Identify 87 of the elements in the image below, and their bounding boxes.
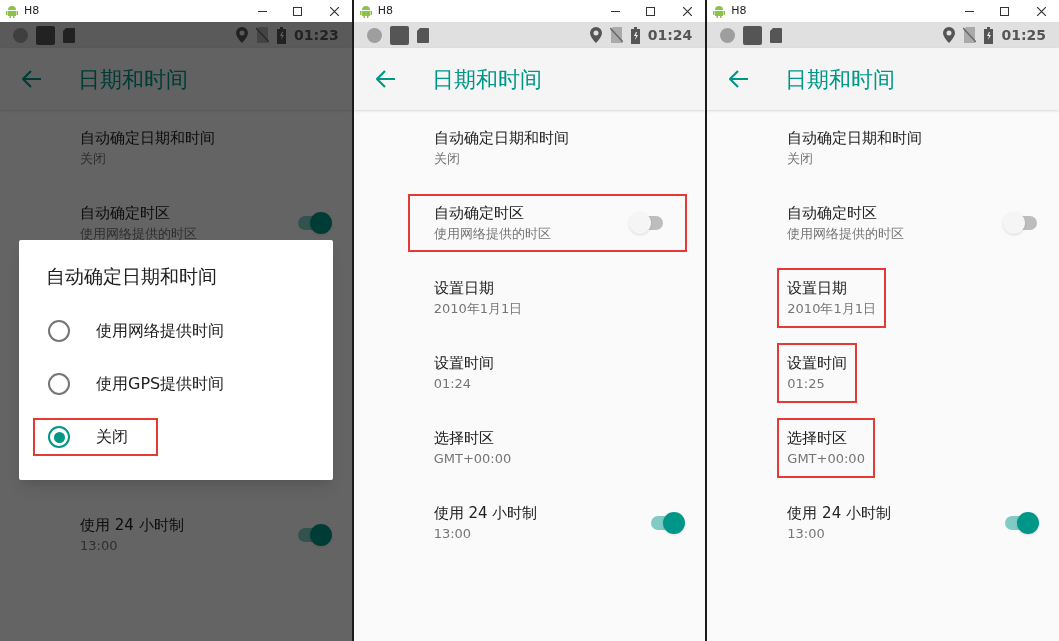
setting-subtitle: GMT+00:00 bbox=[787, 449, 865, 468]
setting-title: 设置日期 bbox=[433, 277, 495, 298]
setting-title: 自动确定时区 bbox=[80, 202, 171, 223]
setting-row[interactable]: 自动确定时区 使用网络提供的时区 bbox=[407, 193, 688, 252]
setting-title: 设置日期 bbox=[787, 277, 849, 298]
status-time: 01:23 bbox=[294, 25, 339, 45]
no-sim-icon bbox=[609, 27, 623, 43]
sd-card-icon bbox=[416, 27, 429, 43]
setting-title: 自动确定时区 bbox=[433, 202, 525, 223]
square-icon bbox=[36, 25, 55, 45]
setting-subtitle: 2010年1月1日 bbox=[433, 299, 523, 318]
setting-row[interactable]: 自动确定日期和时间 关闭 bbox=[707, 110, 1059, 185]
maximize-icon[interactable] bbox=[646, 6, 656, 16]
android-icon bbox=[6, 4, 18, 18]
setting-subtitle: 关闭 bbox=[433, 149, 461, 168]
dialog-title: 自动确定日期和时间 bbox=[45, 264, 218, 289]
battery-icon bbox=[984, 26, 994, 44]
window-title: H8 bbox=[731, 2, 748, 19]
setting-row[interactable]: 选择时区 GMT+00:00 bbox=[353, 410, 706, 485]
back-arrow-icon[interactable] bbox=[729, 70, 750, 88]
radio-button[interactable] bbox=[48, 320, 70, 342]
setting-subtitle: 使用网络提供的时区 bbox=[787, 224, 906, 243]
setting-row[interactable]: 自动确定日期和时间 关闭 bbox=[353, 110, 706, 185]
sd-card-icon bbox=[770, 27, 783, 43]
setting-row[interactable]: 使用 24 小时制 13:00 bbox=[707, 493, 1059, 552]
location-pin-icon bbox=[943, 27, 956, 43]
setting-subtitle: 13:00 bbox=[787, 524, 826, 543]
window-title: H8 bbox=[377, 2, 394, 19]
android-icon bbox=[713, 4, 726, 18]
setting-subtitle: GMT+00:00 bbox=[433, 449, 512, 468]
setting-row[interactable]: 使用 24 小时制 13:00 bbox=[353, 493, 706, 552]
toggle-switch[interactable] bbox=[1003, 210, 1039, 235]
location-pin-icon bbox=[236, 27, 249, 43]
setting-title: 选择时区 bbox=[433, 427, 495, 448]
close-icon[interactable] bbox=[683, 6, 693, 16]
setting-title: 自动确定日期和时间 bbox=[80, 127, 215, 148]
no-sim-icon bbox=[256, 27, 270, 43]
minimize-icon[interactable] bbox=[611, 10, 621, 12]
setting-title: 使用 24 小时制 bbox=[787, 502, 892, 523]
toggle-switch[interactable] bbox=[1003, 510, 1039, 535]
maximize-icon[interactable] bbox=[1000, 6, 1009, 16]
battery-icon bbox=[277, 26, 287, 44]
setting-title: 自动确定时区 bbox=[787, 202, 879, 223]
back-arrow-icon[interactable] bbox=[375, 70, 396, 88]
toggle-switch[interactable] bbox=[649, 510, 686, 535]
setting-subtitle: 13:00 bbox=[433, 524, 473, 543]
setting-title: 设置时间 bbox=[433, 352, 494, 373]
setting-subtitle: 01:25 bbox=[787, 374, 826, 393]
setting-title: 选择时区 bbox=[787, 427, 849, 448]
setting-title: 设置时间 bbox=[787, 352, 848, 373]
setting-title: 使用 24 小时制 bbox=[433, 502, 539, 523]
setting-row[interactable]: 设置日期 2010年1月1日 bbox=[707, 260, 1059, 335]
setting-title: 自动确定日期和时间 bbox=[787, 127, 923, 148]
setting-row[interactable]: 设置时间 01:24 bbox=[353, 335, 706, 410]
setting-row[interactable]: 自动确定时区 使用网络提供的时区 bbox=[707, 193, 1059, 252]
radio-option[interactable]: 使用GPS提供时间 bbox=[33, 365, 255, 403]
square-icon bbox=[743, 25, 763, 45]
setting-row[interactable]: 设置日期 2010年1月1日 bbox=[353, 260, 706, 335]
status-time: 01:25 bbox=[1001, 25, 1046, 45]
close-icon[interactable] bbox=[329, 6, 339, 16]
maximize-icon[interactable] bbox=[292, 6, 302, 16]
radio-button[interactable] bbox=[48, 426, 70, 448]
window-title: H8 bbox=[24, 2, 41, 19]
square-icon bbox=[389, 25, 409, 45]
setting-row[interactable]: 选择时区 GMT+00:00 bbox=[707, 410, 1059, 485]
page-title: 日期和时间 bbox=[785, 65, 896, 94]
setting-subtitle: 关闭 bbox=[787, 149, 815, 168]
android-icon bbox=[359, 4, 372, 18]
page-title: 日期和时间 bbox=[78, 65, 188, 94]
setting-row[interactable]: 设置时间 01:25 bbox=[707, 335, 1059, 410]
status-time: 01:24 bbox=[647, 25, 693, 45]
page-title: 日期和时间 bbox=[431, 65, 542, 94]
setting-title: 自动确定日期和时间 bbox=[433, 127, 569, 148]
battery-icon bbox=[630, 26, 640, 44]
radio-option[interactable]: 使用网络提供时间 bbox=[33, 312, 254, 350]
setting-subtitle: 2010年1月1日 bbox=[787, 299, 876, 318]
setting-title: 使用 24 小时制 bbox=[80, 515, 185, 535]
sd-card-icon bbox=[63, 27, 75, 43]
close-icon[interactable] bbox=[1037, 6, 1046, 16]
no-sim-icon bbox=[963, 27, 977, 43]
radio-button[interactable] bbox=[48, 373, 70, 395]
minimize-icon[interactable] bbox=[257, 10, 267, 12]
location-pin-icon bbox=[589, 27, 602, 43]
setting-subtitle: 使用网络提供的时区 bbox=[433, 224, 552, 243]
minimize-icon[interactable] bbox=[965, 10, 974, 12]
radio-option[interactable]: 关闭 bbox=[33, 418, 158, 456]
setting-subtitle: 01:24 bbox=[433, 374, 473, 393]
